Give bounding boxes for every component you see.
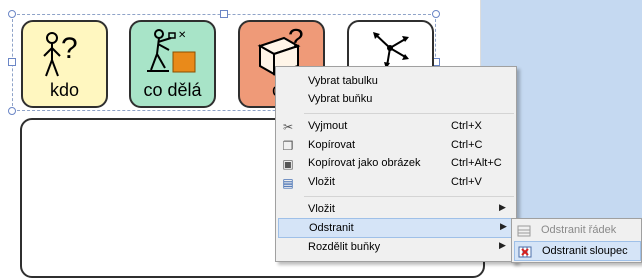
menu-item-select-cell[interactable]: Vybrat buňku — [278, 90, 514, 110]
menu-item-select-table[interactable]: Vybrat tabulku — [278, 72, 514, 92]
submenu-arrow-icon: ▶ — [500, 221, 507, 231]
cell-label: kdo — [49, 80, 80, 100]
menu-item-copy-as-image[interactable]: ▣ Kopírovat jako obrázek Ctrl+Alt+C — [278, 154, 514, 174]
cell-label: co dělá — [143, 80, 202, 100]
delete-submenu: Odstranit řádek Odstranit sloupec — [511, 218, 642, 263]
person-question-icon: ? — [43, 32, 78, 77]
submenu-item-delete-column[interactable]: Odstranit sloupec — [514, 241, 641, 261]
menu-item-split-cells[interactable]: Rozdělit buňky ▶ — [278, 238, 514, 258]
menu-item-paste[interactable]: ▤ Vložit Ctrl+V — [278, 173, 514, 193]
copy-image-icon: ▣ — [282, 157, 294, 171]
copy-icon: ❐ — [282, 139, 294, 153]
menu-separator — [304, 196, 514, 197]
svg-text:✕: ✕ — [178, 30, 186, 41]
svg-text:?: ? — [288, 24, 304, 54]
delete-column-icon — [518, 246, 532, 258]
symbol-cell-who[interactable]: ? kdo — [21, 20, 108, 108]
resize-handle-top-right[interactable] — [432, 10, 440, 18]
delete-row-icon — [517, 225, 531, 237]
person-action-icon: ✕ — [147, 29, 196, 73]
context-menu: Vybrat tabulku Vybrat buňku ✂ Vyjmout Ct… — [275, 66, 517, 262]
resize-handle-bottom-left[interactable] — [8, 107, 16, 115]
symbol-cell-what-does[interactable]: ✕ co dělá — [129, 20, 216, 108]
submenu-arrow-icon: ▶ — [499, 202, 506, 212]
svg-text:?: ? — [61, 32, 78, 65]
menu-item-insert[interactable]: Vložit ▶ — [278, 200, 514, 220]
menu-item-delete[interactable]: Odstranit ▶ — [278, 218, 514, 238]
resize-handle-top-left[interactable] — [8, 10, 16, 18]
submenu-item-delete-row[interactable]: Odstranit řádek — [514, 221, 641, 241]
menu-item-cut[interactable]: ✂ Vyjmout Ctrl+X — [278, 117, 514, 137]
scissors-icon: ✂ — [282, 120, 294, 134]
menu-separator — [304, 113, 514, 114]
resize-handle-top[interactable] — [220, 10, 228, 18]
submenu-arrow-icon: ▶ — [499, 240, 506, 250]
resize-handle-left[interactable] — [8, 58, 16, 66]
paste-icon: ▤ — [282, 176, 294, 190]
menu-item-copy[interactable]: ❐ Kopírovat Ctrl+C — [278, 136, 514, 156]
